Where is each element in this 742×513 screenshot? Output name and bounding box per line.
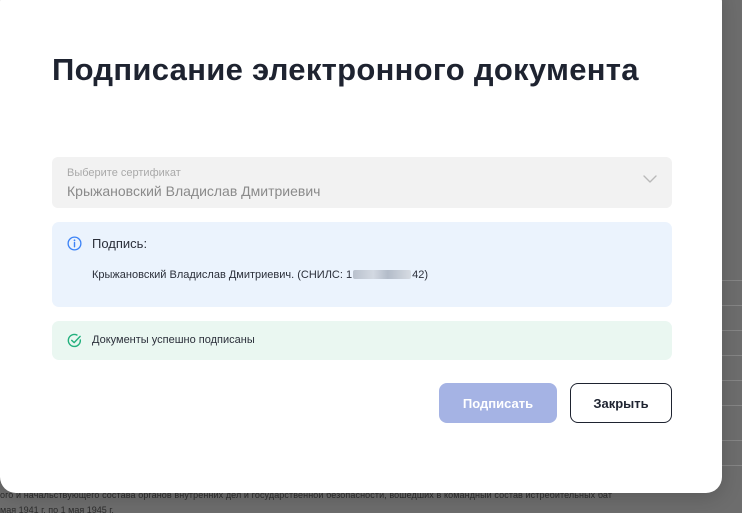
info-circle-icon [67, 236, 82, 251]
signature-details-suffix: 42) [412, 269, 429, 281]
close-button[interactable]: Закрыть [570, 383, 672, 423]
redacted-snils-mask [353, 270, 412, 279]
signature-details-prefix: Крыжановский Владислав Дмитриевич. (СНИЛ… [92, 269, 353, 281]
background-text-line: мая 1941 г. по 1 мая 1945 г. [0, 505, 114, 513]
signature-info-box: Подпись: Крыжановский Владислав Дмитриев… [52, 222, 672, 307]
certificate-select-label: Выберите сертификат [67, 167, 181, 179]
certificate-select-value: Крыжановский Владислав Дмитриевич [67, 183, 321, 199]
sign-button[interactable]: Подписать [439, 383, 557, 423]
certificate-select[interactable]: Выберите сертификат Крыжановский Владисл… [52, 157, 672, 208]
sign-document-modal: Подписание электронного документа Выбери… [0, 0, 722, 493]
signature-details: Крыжановский Владислав Дмитриевич. (СНИЛ… [92, 269, 428, 281]
signature-title: Подпись: [92, 236, 148, 251]
success-alert: Документы успешно подписаны [52, 321, 672, 360]
check-circle-icon [67, 333, 82, 348]
success-message: Документы успешно подписаны [92, 334, 255, 346]
chevron-down-icon [643, 175, 657, 183]
modal-title: Подписание электронного документа [52, 52, 639, 87]
